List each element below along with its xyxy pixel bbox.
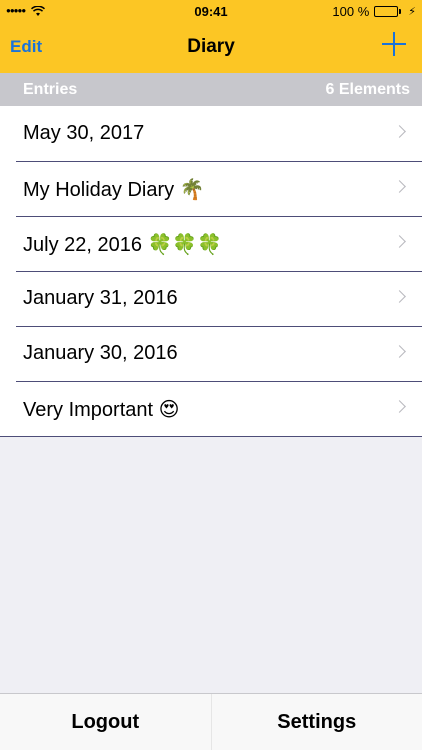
charging-bolt-icon: ⚡ [408, 6, 416, 18]
logout-button[interactable]: Logout [0, 694, 211, 750]
list-item[interactable]: July 22, 2016 🍀🍀🍀 [0, 216, 422, 271]
chevron-right-icon [393, 400, 406, 413]
list-item-label: January 31, 2016 [23, 287, 178, 309]
chevron-right-icon [393, 125, 406, 138]
chevron-right-icon [393, 180, 406, 193]
status-bar: ●●●●● 09:41 100 % ⚡ [0, 0, 422, 22]
settings-button[interactable]: Settings [212, 694, 422, 750]
bottom-toolbar: Logout Settings [0, 693, 422, 750]
section-title: Entries [23, 81, 78, 98]
list-item-label: July 22, 2016 🍀🍀🍀 [23, 234, 223, 256]
list-item[interactable]: January 31, 2016 [0, 271, 422, 326]
list-item-label: May 30, 2017 [23, 122, 145, 144]
status-right: 100 % ⚡ [332, 4, 416, 19]
navigation-bar: Edit Diary [0, 22, 422, 73]
list-item[interactable]: May 30, 2017 [0, 106, 422, 161]
section-count: 6 Elements [325, 81, 410, 98]
list-item-label: Very Important 😍 [23, 399, 180, 421]
chevron-right-icon [393, 235, 406, 248]
list-item[interactable]: January 30, 2016 [0, 326, 422, 381]
plus-icon[interactable] [382, 32, 406, 56]
chevron-right-icon [393, 290, 406, 303]
chevron-right-icon [393, 345, 406, 358]
battery-percentage: 100 % [332, 4, 370, 19]
list-item-label: January 30, 2016 [23, 342, 178, 364]
entries-list: May 30, 2017 My Holiday Diary 🌴 July 22,… [0, 106, 422, 437]
battery-icon [374, 6, 402, 17]
section-header: Entries 6 Elements [0, 73, 422, 106]
list-item[interactable]: My Holiday Diary 🌴 [0, 161, 422, 216]
list-divider [0, 436, 422, 437]
page-title: Diary [187, 36, 235, 57]
list-item-label: My Holiday Diary 🌴 [23, 179, 205, 201]
list-item[interactable]: Very Important 😍 [0, 381, 422, 436]
